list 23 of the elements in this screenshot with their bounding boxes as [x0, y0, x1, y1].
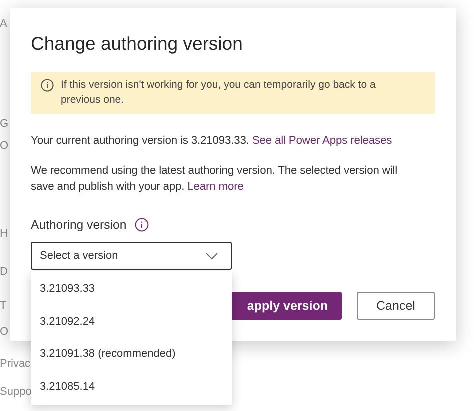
dropdown-option[interactable]: 3.21091.38 (recommended) [31, 338, 232, 370]
page-text: D [0, 266, 8, 278]
info-icon[interactable] [134, 218, 149, 232]
page-text: T [0, 300, 7, 312]
recommendation-text: We recommend using the latest authoring version. The selected version will save and publish with your app. Learn more [31, 164, 399, 195]
page-text: H [0, 228, 8, 240]
field-label: Authoring version [31, 218, 127, 232]
page-text: Suppo [0, 386, 32, 398]
page-text: Privac [0, 358, 31, 370]
info-icon [41, 79, 54, 92]
releases-link[interactable]: See all Power Apps releases [252, 135, 392, 147]
dialog-title: Change authoring version [31, 33, 244, 55]
page-text: O [0, 140, 9, 152]
learn-more-link[interactable]: Learn more [188, 181, 244, 193]
cancel-button[interactable]: Cancel [357, 292, 435, 320]
page-text: G [0, 118, 9, 130]
dropdown-option[interactable]: 3.21085.14 [31, 370, 232, 403]
current-version-text: Your current authoring version is 3.21093.33. See all Power Apps releases [31, 134, 394, 149]
page-text: A [0, 18, 8, 30]
version-dropdown[interactable]: Select a version [31, 242, 232, 270]
notice-text: If this version isn't working for you, you can temporarily go back to a previous one. [61, 78, 377, 108]
chevron-down-icon [206, 252, 218, 260]
page-text: O [0, 326, 9, 338]
